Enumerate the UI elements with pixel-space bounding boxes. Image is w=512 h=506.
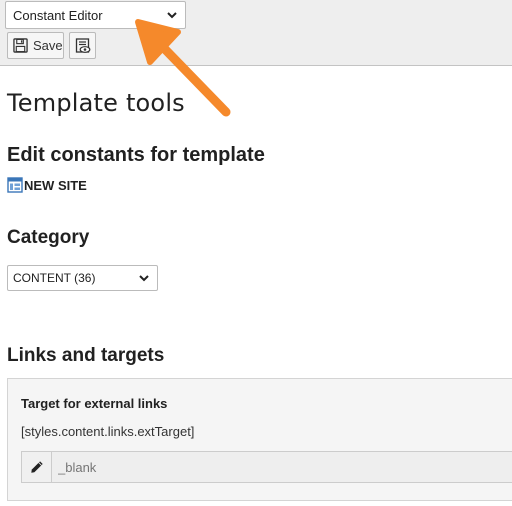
category-select-value: CONTENT (36) [13,271,96,285]
field-input-group [21,451,512,483]
template-icon [7,177,23,193]
pencil-icon [30,461,43,473]
constant-panel: Target for external links [styles.conten… [7,378,512,501]
function-select-value: Constant Editor [13,7,103,23]
save-button[interactable]: Save [7,32,64,59]
site-name: NEW SITE [24,177,87,193]
page-subtitle: Edit constants for template [7,144,265,166]
section-heading: Links and targets [7,345,165,366]
doc-header: Constant Editor Save [0,0,512,66]
save-button-label: Save [33,38,63,53]
save-icon [13,38,28,53]
view-page-icon [75,37,90,53]
view-page-button[interactable] [69,32,96,59]
field-key: [styles.content.links.extTarget] [21,424,195,439]
edit-button[interactable] [22,452,52,482]
annotation-arrow [135,19,231,117]
category-heading: Category [7,227,90,248]
field-title: Target for external links [21,396,168,411]
chevron-down-icon [139,275,149,282]
target-value-input[interactable] [52,452,512,482]
category-select[interactable]: CONTENT (36) [7,265,158,291]
site-record[interactable]: NEW SITE [7,177,87,193]
